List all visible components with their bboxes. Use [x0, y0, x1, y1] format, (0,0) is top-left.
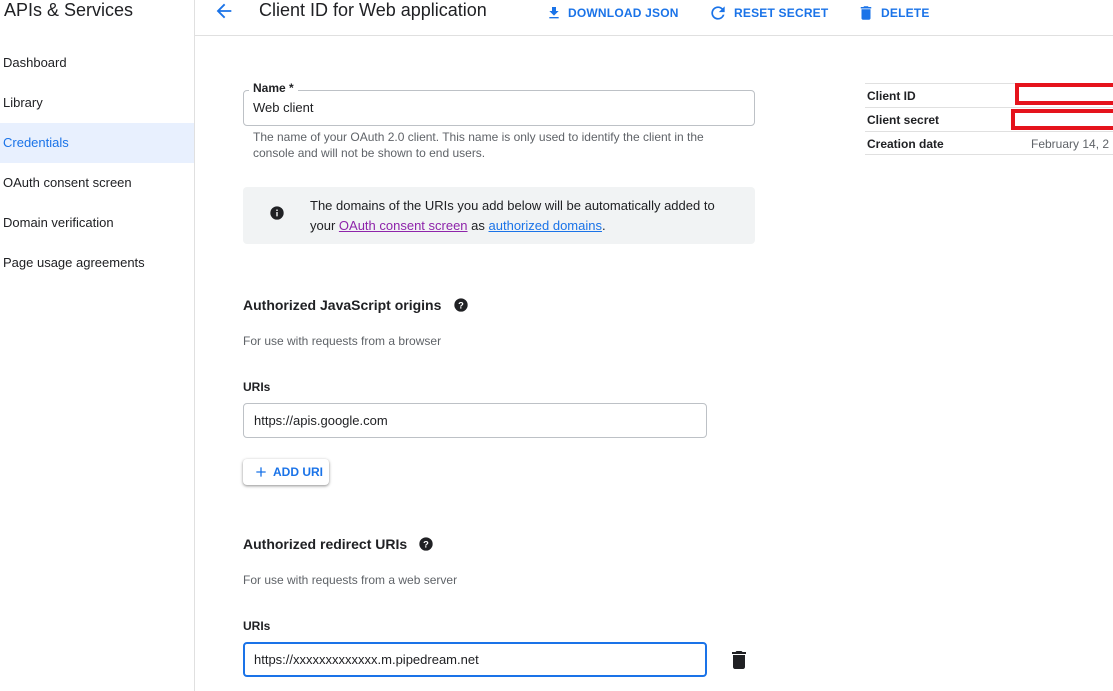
creation-date-row: Creation date February 14, 2	[865, 131, 1113, 155]
reset-secret-label: RESET SECRET	[734, 6, 829, 20]
sidebar-item-dashboard[interactable]: Dashboard	[0, 43, 194, 83]
sidebar-item-credentials[interactable]: Credentials	[0, 123, 194, 163]
app-title: APIs & Services	[4, 0, 134, 20]
back-arrow-icon	[216, 3, 232, 19]
client-id-row: Client ID	[865, 83, 1113, 107]
client-details: Client ID Client secret Creation date Fe…	[865, 83, 1113, 155]
sidebar-item-library[interactable]: Library	[0, 83, 194, 123]
page-title: Client ID for Web application	[259, 0, 487, 20]
sidebar-item-domain-verification[interactable]: Domain verification	[0, 203, 194, 243]
svg-text:?: ?	[458, 300, 464, 310]
authorized-domains-link[interactable]: authorized domains	[489, 218, 602, 233]
download-icon	[549, 7, 559, 19]
creation-date-value: February 14, 2	[1031, 137, 1110, 151]
js-origin-uri-input[interactable]: https://apis.google.com	[243, 403, 707, 438]
redirect-uris-subtitle: For use with requests from a web server	[243, 573, 458, 587]
refresh-icon	[711, 6, 725, 20]
svg-text:?: ?	[423, 539, 429, 549]
creation-date-label: Creation date	[867, 137, 944, 151]
delete-uri-button[interactable]	[732, 651, 746, 669]
sidebar-nav: Dashboard Library Credentials OAuth cons…	[0, 43, 194, 283]
info-icon	[269, 205, 285, 221]
redirect-uris-label: URIs	[243, 619, 271, 633]
add-uri-label: ADD URI	[273, 465, 323, 479]
plus-icon	[256, 467, 266, 477]
sidebar: APIs & Services Dashboard Library Creden…	[0, 0, 195, 691]
info-text-suffix: .	[601, 218, 606, 233]
trash-icon	[860, 6, 872, 20]
back-button[interactable]	[213, 0, 235, 22]
download-json-button[interactable]: DOWNLOAD JSON	[546, 3, 679, 23]
sidebar-item-oauth-consent-screen[interactable]: OAuth consent screen	[0, 163, 194, 203]
info-text-middle: as	[467, 218, 489, 233]
client-secret-redaction	[1011, 109, 1113, 130]
name-field-value[interactable]: Web client	[253, 100, 313, 115]
reset-secret-button[interactable]: RESET SECRET	[708, 3, 828, 23]
add-uri-button[interactable]: ADD URI	[243, 459, 329, 485]
redirect-uris-title: Authorized redirect URIs	[243, 536, 408, 552]
delete-button[interactable]: DELETE	[857, 3, 930, 23]
help-icon[interactable]: ?	[453, 297, 469, 313]
trash-icon	[732, 651, 746, 669]
js-origins-uris-label: URIs	[243, 380, 271, 394]
js-origins-subtitle: For use with requests from a browser	[243, 334, 442, 348]
client-secret-row: Client secret	[865, 107, 1113, 131]
client-id-label: Client ID	[867, 89, 916, 103]
js-origins-title: Authorized JavaScript origins	[243, 297, 442, 313]
help-icon[interactable]: ?	[418, 536, 434, 552]
sidebar-item-page-usage-agreements[interactable]: Page usage agreements	[0, 243, 194, 283]
oauth-consent-screen-link[interactable]: OAuth consent screen	[339, 218, 468, 233]
name-field[interactable]	[243, 90, 755, 126]
delete-label: DELETE	[881, 6, 930, 20]
download-json-label: DOWNLOAD JSON	[568, 6, 679, 20]
client-id-redaction	[1015, 83, 1113, 105]
redirect-uri-input[interactable]: https://xxxxxxxxxxxxx.m.pipedream.net	[243, 642, 707, 677]
client-secret-label: Client secret	[867, 113, 940, 127]
name-field-help: The name of your OAuth 2.0 client. This …	[253, 130, 704, 160]
name-field-label: Name *	[249, 81, 298, 95]
top-bar: Client ID for Web application DOWNLOAD J…	[195, 0, 1113, 36]
info-text: The domains of the URIs you add below wi…	[310, 196, 740, 236]
